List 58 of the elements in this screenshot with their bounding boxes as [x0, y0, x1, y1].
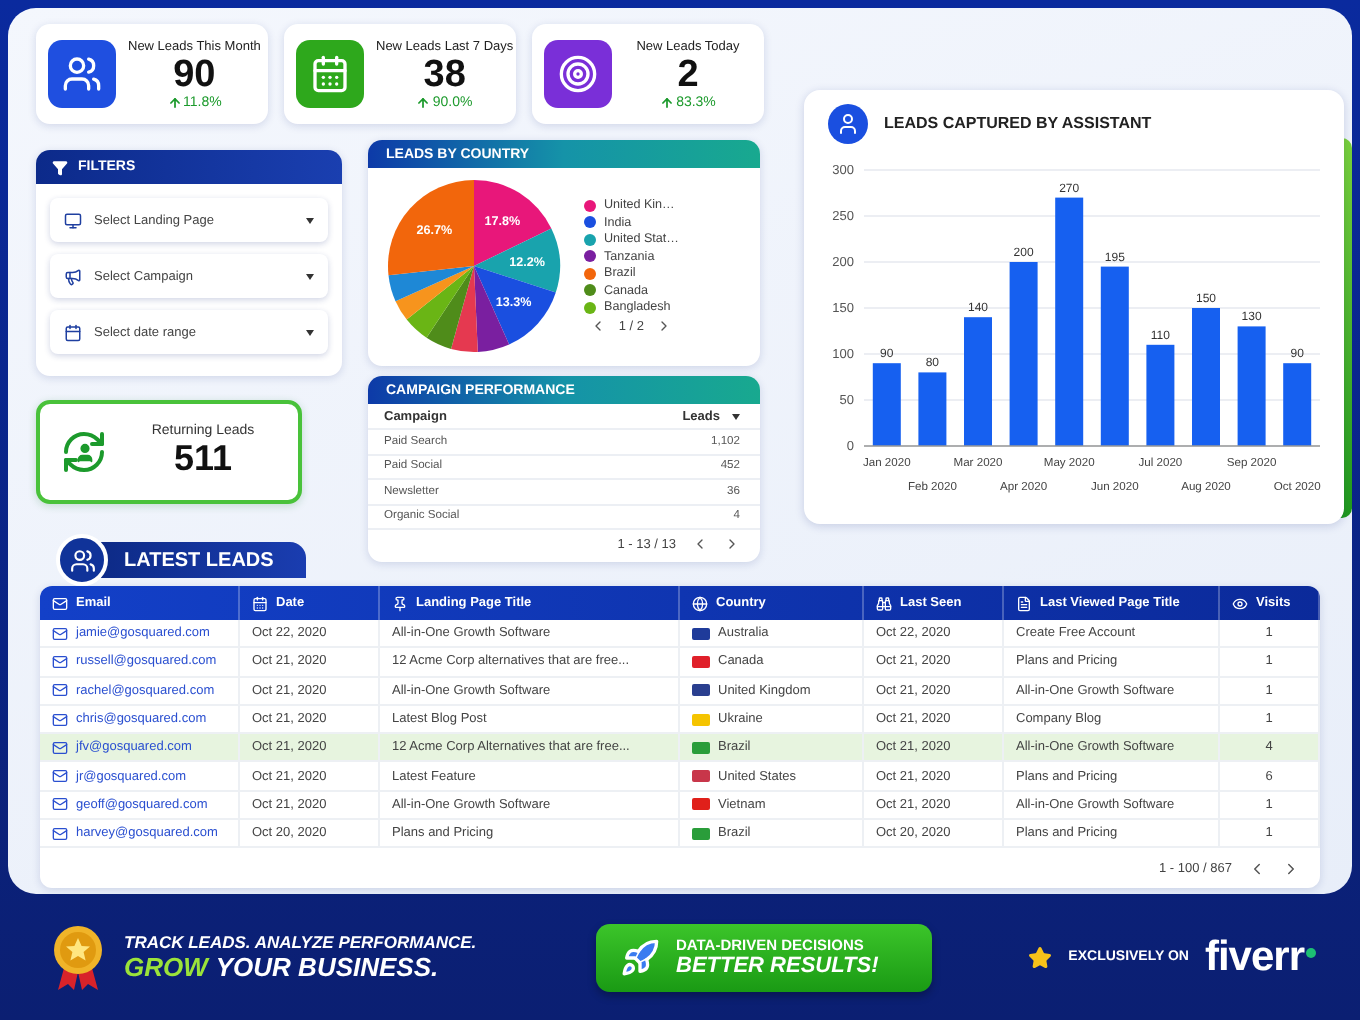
caret-icon	[306, 273, 314, 279]
up-arrow-icon	[416, 95, 431, 109]
bar	[964, 317, 992, 446]
pin-icon	[392, 595, 408, 611]
star-icon	[1028, 945, 1053, 969]
mail-icon	[52, 682, 68, 699]
mail-icon	[52, 768, 68, 785]
bar	[1146, 344, 1175, 446]
mail-icon	[52, 796, 68, 813]
users-icon	[56, 534, 108, 586]
eye-icon	[1232, 595, 1248, 611]
mail-icon	[52, 711, 68, 728]
monitor-icon	[64, 211, 82, 229]
chart-title: LEADS CAPTURED BY ASSISTANT	[884, 114, 1152, 132]
next-page-button[interactable]	[724, 536, 740, 552]
next-page-button[interactable]	[1282, 859, 1300, 878]
section-title: LATEST LEADS	[124, 549, 274, 571]
bar	[918, 372, 947, 446]
calendar-icon	[64, 323, 82, 341]
tagline: YOUR BUSINESS.	[215, 952, 439, 982]
mail-icon	[52, 595, 68, 611]
user-avatar-icon	[828, 103, 868, 143]
users-icon	[62, 54, 102, 94]
bar	[1237, 326, 1266, 446]
logo-dot-icon	[1306, 947, 1316, 957]
returning-user-icon	[60, 428, 108, 476]
up-arrow-icon	[660, 95, 675, 109]
caret-icon	[306, 217, 314, 223]
bar	[1283, 363, 1312, 446]
kpi-value: 2	[677, 53, 699, 95]
sort-caret-icon[interactable]	[732, 413, 740, 419]
bar	[1192, 308, 1220, 446]
medal-icon	[52, 923, 104, 991]
target-icon	[558, 54, 598, 94]
megaphone-icon	[64, 267, 82, 285]
previous-page-button[interactable]	[1248, 859, 1266, 878]
mail-icon	[52, 739, 68, 756]
returning-leads-value: 511	[173, 438, 233, 480]
mail-icon	[52, 653, 68, 670]
cta-line: BETTER RESULTS!	[676, 954, 879, 978]
kpi-value: 90	[173, 53, 216, 95]
calendar-icon	[252, 595, 268, 611]
calendar-icon	[310, 54, 350, 94]
tagline-highlight: GROW	[124, 952, 208, 982]
binoculars-icon	[876, 595, 892, 611]
mail-icon	[52, 825, 68, 842]
up-arrow-icon	[167, 95, 181, 109]
logo-text: fiverr	[1204, 933, 1304, 981]
rocket-icon	[620, 937, 660, 977]
caret-icon	[306, 329, 314, 335]
previous-page-button[interactable]	[692, 536, 708, 552]
filter-icon	[52, 159, 68, 175]
bar	[872, 363, 901, 446]
tagline: TRACK LEADS. ANALYZE PERFORMANCE.	[124, 932, 479, 952]
globe-icon	[692, 595, 708, 611]
document-icon	[1016, 595, 1032, 611]
kpi-value: 38	[423, 53, 466, 95]
mail-icon	[52, 625, 68, 642]
